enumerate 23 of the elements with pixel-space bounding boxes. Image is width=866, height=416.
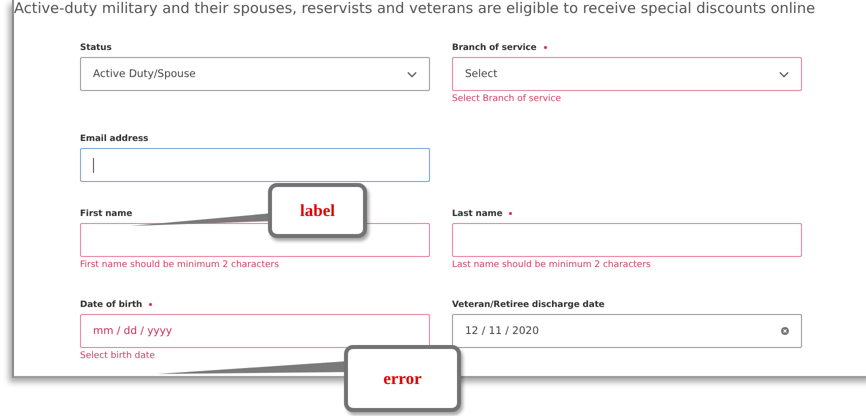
error-message: Last name should be minimum 2 characters	[452, 259, 652, 272]
date-field[interactable]: 12 / 11 / 2020	[452, 314, 802, 348]
error-message: Select birth date	[80, 350, 156, 363]
field-label: First name	[80, 209, 132, 219]
error-message: Select Branch of service	[452, 93, 562, 106]
field-label: Status	[80, 43, 112, 53]
callout-box: label	[268, 183, 367, 238]
field-label: Date of birth	[80, 300, 152, 310]
chevron-icon	[407, 70, 417, 78]
error-message: First name should be minimum 2 characters	[80, 259, 280, 272]
dropdown[interactable]: Active Duty/Spouse	[80, 57, 430, 91]
chevron-icon	[779, 70, 789, 78]
clear-icon[interactable]	[781, 327, 789, 335]
field-label: Last name	[452, 209, 512, 219]
text-cursor	[93, 158, 94, 172]
intro-text: Active-duty military and their spouses, reservists and veterans are eligible to receive special discounts online	[14, 0, 816, 17]
dropdown[interactable]: Select	[452, 57, 802, 91]
field-label: Email address	[80, 134, 148, 144]
callout-box: error	[344, 345, 461, 412]
input-field[interactable]	[80, 148, 430, 182]
field-label: Veteran/Retiree discharge date	[452, 300, 605, 310]
input-field[interactable]	[452, 223, 802, 257]
field-label: Branch of service	[452, 43, 546, 53]
